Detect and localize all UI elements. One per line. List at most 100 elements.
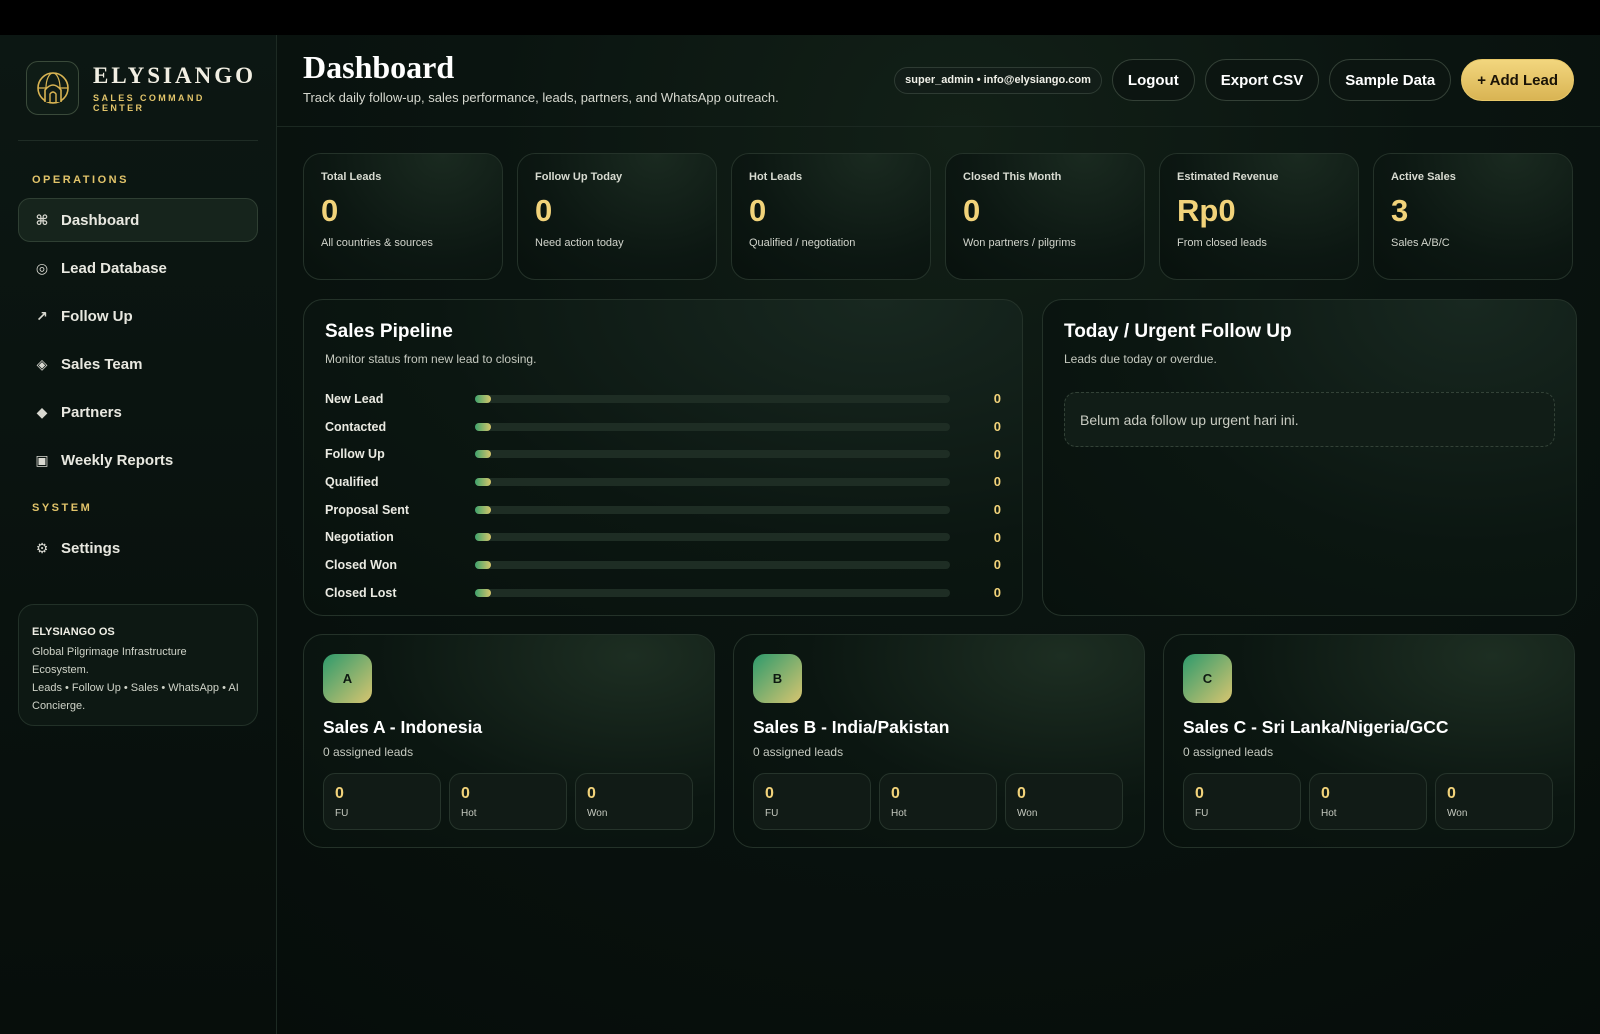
sales-name: Sales B - India/Pakistan bbox=[753, 717, 950, 737]
sidebar-item-label: Settings bbox=[61, 539, 121, 557]
sidebar-item-partners[interactable]: ◆ Partners bbox=[18, 390, 258, 434]
sidebar-item-lead-database[interactable]: ◎ Lead Database bbox=[18, 246, 258, 290]
stat-desc: Won partners / pilgrims bbox=[963, 237, 1076, 249]
section-label-operations: OPERATIONS bbox=[32, 174, 129, 186]
sidebar-item-label: Dashboard bbox=[61, 211, 140, 229]
mini-stat-label: Hot bbox=[891, 808, 907, 819]
pipeline-bar bbox=[475, 588, 491, 597]
add-lead-button[interactable]: + Add Lead bbox=[1461, 59, 1574, 101]
header-actions: super_admin • info@elysiango.com Logout … bbox=[894, 59, 1574, 101]
sales-stats: 0 FU 0 Hot 0 Won bbox=[753, 773, 1125, 830]
pipeline-row-closed-won: Closed Won 0 bbox=[325, 551, 1001, 579]
mini-stat-label: Hot bbox=[1321, 808, 1337, 819]
mini-stat-label: FU bbox=[335, 808, 349, 819]
user-badge: super_admin • info@elysiango.com bbox=[894, 66, 1102, 94]
command-icon: ⌘ bbox=[35, 211, 49, 228]
mini-stat-value: 0 bbox=[1321, 785, 1330, 802]
mini-stat-value: 0 bbox=[765, 785, 774, 802]
pipeline-bar bbox=[475, 394, 491, 403]
sample-data-button[interactable]: Sample Data bbox=[1329, 59, 1452, 101]
sidebar-nav: ⌘ Dashboard ◎ Lead Database ↗ Follow Up … bbox=[18, 198, 258, 482]
mini-stat-label: Won bbox=[1447, 808, 1468, 819]
pipeline-row-follow-up: Follow Up 0 bbox=[325, 440, 1001, 468]
urgent-follow-up-panel: Today / Urgent Follow Up Leads due today… bbox=[1042, 299, 1577, 616]
pipeline-track bbox=[475, 560, 950, 569]
empty-state-message: Belum ada follow up urgent hari ini. bbox=[1064, 392, 1555, 447]
pipeline-track bbox=[475, 505, 950, 514]
os-info-title: ELYSIANGO OS bbox=[32, 626, 115, 638]
os-top-bar bbox=[0, 0, 1600, 35]
mini-stat-value: 0 bbox=[1017, 785, 1026, 802]
sidebar-item-label: Sales Team bbox=[61, 355, 143, 373]
stat-label: Active Sales bbox=[1391, 171, 1456, 183]
panel-subtitle: Monitor status from new lead to closing. bbox=[325, 352, 537, 366]
pipeline-count: 0 bbox=[993, 585, 1001, 601]
pipeline-bar bbox=[475, 505, 491, 514]
pipeline-count: 0 bbox=[993, 502, 1001, 518]
pipeline-label: Negotiation bbox=[325, 530, 394, 545]
pipeline-track bbox=[475, 450, 950, 459]
mini-stat-value: 0 bbox=[461, 785, 470, 802]
pipeline-bar bbox=[475, 477, 491, 486]
sales-card-b[interactable]: B Sales B - India/Pakistan 0 assigned le… bbox=[733, 634, 1145, 848]
mini-stat-fu: 0 FU bbox=[1183, 773, 1301, 830]
stat-label: Total Leads bbox=[321, 171, 382, 183]
brand-logo-icon bbox=[26, 60, 80, 115]
sidebar-item-label: Lead Database bbox=[61, 259, 167, 277]
stat-value: 0 bbox=[963, 193, 981, 228]
brand-subtitle: SALES COMMAND CENTER bbox=[93, 92, 205, 113]
sales-team-cards: A Sales A - Indonesia 0 assigned leads 0… bbox=[303, 634, 1575, 848]
pipeline-row-negotiation: Negotiation 0 bbox=[325, 523, 1001, 551]
stat-label: Follow Up Today bbox=[535, 171, 623, 183]
stat-value: 0 bbox=[321, 193, 339, 228]
sidebar-item-dashboard[interactable]: ⌘ Dashboard bbox=[18, 198, 258, 242]
mini-stat-fu: 0 FU bbox=[323, 773, 441, 830]
square-box-icon: ▣ bbox=[35, 451, 49, 468]
pipeline-label: Closed Won bbox=[325, 557, 397, 572]
page-subtitle: Track daily follow-up, sales performance… bbox=[303, 90, 779, 105]
diamond-outline-icon: ◈ bbox=[36, 355, 48, 372]
sidebar-item-label: Partners bbox=[61, 403, 122, 421]
pipeline-count: 0 bbox=[993, 557, 1001, 573]
export-csv-button[interactable]: Export CSV bbox=[1204, 59, 1320, 101]
sales-card-a[interactable]: A Sales A - Indonesia 0 assigned leads 0… bbox=[303, 634, 715, 848]
pipeline-track bbox=[475, 533, 950, 542]
avatar: C bbox=[1183, 654, 1232, 703]
sidebar-item-settings[interactable]: ⚙ Settings bbox=[18, 526, 258, 570]
mini-stat-label: Won bbox=[587, 808, 608, 819]
mini-stat-value: 0 bbox=[1195, 785, 1204, 802]
stat-card-total-leads: Total Leads 0 All countries & sources bbox=[303, 153, 503, 280]
mini-stat-won: 0 Won bbox=[575, 773, 693, 830]
circle-target-icon: ◎ bbox=[35, 259, 49, 276]
stat-desc: Sales A/B/C bbox=[1391, 237, 1450, 249]
pipeline-bar bbox=[475, 450, 491, 459]
mini-stat-won: 0 Won bbox=[1435, 773, 1553, 830]
brand-name: ELYSIANGO bbox=[93, 62, 256, 88]
stat-desc: Qualified / negotiation bbox=[749, 237, 856, 249]
mini-stat-won: 0 Won bbox=[1005, 773, 1123, 830]
pipeline-count: 0 bbox=[993, 446, 1001, 462]
main-content: Dashboard Track daily follow-up, sales p… bbox=[277, 35, 1600, 1034]
pipeline-label: Contacted bbox=[325, 419, 387, 434]
os-info-line: Leads • Follow Up • Sales • WhatsApp • A… bbox=[32, 682, 239, 712]
logout-button[interactable]: Logout bbox=[1111, 59, 1195, 101]
sidebar-item-sales-team[interactable]: ◈ Sales Team bbox=[18, 342, 258, 386]
panel-title: Today / Urgent Follow Up bbox=[1064, 321, 1292, 342]
sidebar-item-weekly-reports[interactable]: ▣ Weekly Reports bbox=[18, 438, 258, 482]
stat-label: Estimated Revenue bbox=[1177, 171, 1279, 183]
mini-stat-value: 0 bbox=[335, 785, 344, 802]
pipeline-row-closed-lost: Closed Lost 0 bbox=[325, 579, 1001, 607]
mini-stat-label: Won bbox=[1017, 808, 1038, 819]
pipeline-count: 0 bbox=[993, 391, 1001, 407]
sidebar-item-follow-up[interactable]: ↗ Follow Up bbox=[18, 294, 258, 338]
sales-card-c[interactable]: C Sales C - Sri Lanka/Nigeria/GCC 0 assi… bbox=[1163, 634, 1575, 848]
stat-card-closed-this-month: Closed This Month 0 Won partners / pilgr… bbox=[945, 153, 1145, 280]
pipeline-count: 0 bbox=[993, 529, 1001, 545]
sales-name: Sales A - Indonesia bbox=[323, 717, 483, 737]
stat-desc: All countries & sources bbox=[321, 237, 433, 249]
sales-stats: 0 FU 0 Hot 0 Won bbox=[1183, 773, 1555, 830]
pipeline-track bbox=[475, 422, 950, 431]
gear-icon: ⚙ bbox=[35, 539, 49, 556]
app-window: ELYSIANGO SALES COMMAND CENTER OPERATION… bbox=[0, 35, 1600, 1034]
mini-stat-label: FU bbox=[765, 808, 779, 819]
